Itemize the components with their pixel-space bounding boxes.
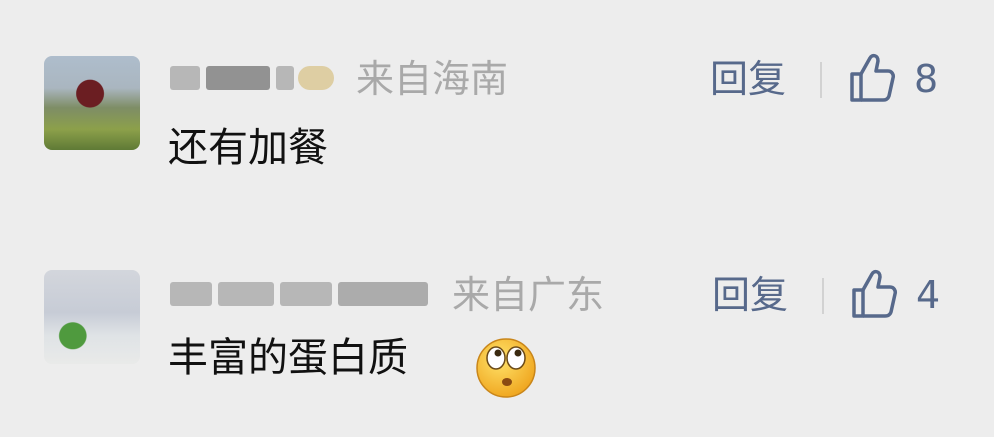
comment-item: 来自广东 回复 4 丰富的蛋白质 (0, 218, 994, 418)
avatar[interactable] (44, 270, 140, 364)
username-blurred[interactable] (170, 58, 340, 98)
comment-text: 还有加餐 (168, 125, 328, 171)
reply-button[interactable]: 回复 (710, 54, 786, 104)
username-blurred[interactable] (170, 274, 440, 314)
thumbs-up-icon[interactable] (848, 52, 896, 104)
comment-item: 来自海南 回复 8 还有加餐 (0, 0, 994, 200)
rolling-eyes-emoji-icon (476, 338, 536, 398)
like-count: 8 (914, 57, 939, 101)
location-label: 来自广东 (452, 273, 605, 317)
divider (820, 62, 822, 98)
thumbs-up-icon[interactable] (850, 268, 898, 320)
like-count: 4 (916, 273, 941, 317)
avatar[interactable] (44, 56, 140, 150)
comment-text: 丰富的蛋白质 (168, 335, 408, 381)
reply-button[interactable]: 回复 (712, 270, 788, 320)
location-label: 来自海南 (356, 57, 509, 101)
divider (822, 278, 824, 314)
